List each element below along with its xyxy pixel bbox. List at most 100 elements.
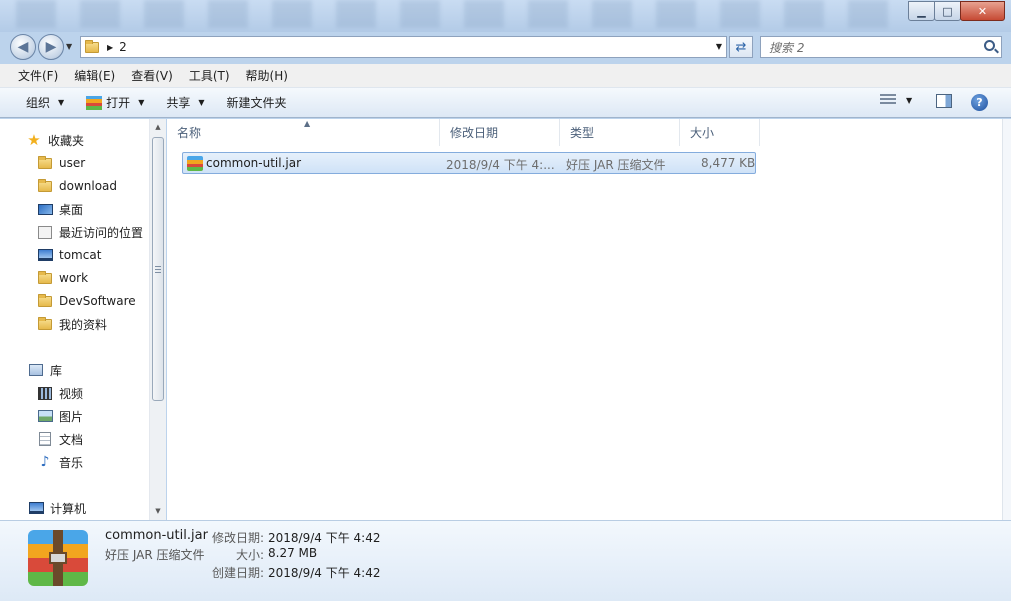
- nav-item-label: tomcat: [59, 248, 102, 262]
- video-icon: [37, 386, 53, 400]
- chevron-down-icon: ▼: [58, 98, 65, 107]
- address-dropdown-icon[interactable]: ▼: [716, 42, 722, 51]
- nav-item-label: 图片: [59, 409, 84, 424]
- column-type-label: 类型: [570, 126, 595, 140]
- share-button[interactable]: 共享 ▼: [158, 91, 212, 114]
- refresh-icon: ⇄: [735, 39, 747, 55]
- nav-item-my-documents[interactable]: 我的资料: [37, 313, 107, 335]
- forward-button[interactable]: ▶: [38, 34, 64, 60]
- nav-item-download[interactable]: download: [37, 175, 117, 197]
- video-icon: [38, 386, 52, 400]
- scroll-up-icon[interactable]: ▲: [150, 119, 166, 135]
- search-input[interactable]: 搜索 2: [760, 36, 1002, 58]
- chevron-down-icon: ▼: [198, 98, 205, 107]
- library-icon: [28, 363, 44, 377]
- share-label: 共享: [166, 96, 191, 110]
- star-icon: ★: [27, 131, 41, 149]
- nav-item-devsoftware[interactable]: DevSoftware: [37, 290, 136, 312]
- nav-item-music[interactable]: ♪ 音乐: [37, 451, 83, 473]
- breadcrumb-item[interactable]: 2: [119, 40, 127, 54]
- new-folder-button[interactable]: 新建文件夹: [219, 91, 295, 114]
- change-view-button[interactable]: ▼: [880, 94, 912, 106]
- menu-bar: 文件(F) 编辑(E) 查看(V) 工具(T) 帮助(H): [0, 64, 1011, 88]
- details-size-value: 8.27 MB: [268, 546, 318, 560]
- refresh-button[interactable]: ⇄: [729, 36, 753, 58]
- window-controls: ▁ □ ✕: [908, 1, 1005, 21]
- navigation-pane: ★ 收藏夹 user download 桌面 最近访问的位置 tomcat wo…: [0, 119, 166, 520]
- preview-pane-button[interactable]: [936, 94, 952, 108]
- folder-icon: [37, 155, 53, 170]
- folder-icon: [37, 178, 53, 193]
- nav-scrollbar[interactable]: ▲ ▼: [149, 119, 166, 520]
- breadcrumb-separator-icon[interactable]: ▶: [107, 43, 113, 52]
- folder-icon: [38, 155, 52, 169]
- details-modified-value: 2018/9/4 下午 4:42: [268, 531, 381, 545]
- folder-icon: [37, 270, 53, 285]
- content-right-edge: [1002, 119, 1011, 520]
- nav-item-desktop[interactable]: 桌面: [37, 198, 83, 220]
- picture-icon: [37, 410, 53, 422]
- nav-item-tomcat[interactable]: tomcat: [37, 244, 101, 266]
- menu-edit[interactable]: 编辑(E): [66, 65, 123, 86]
- menu-view[interactable]: 查看(V): [123, 65, 181, 86]
- menu-file[interactable]: 文件(F): [10, 65, 66, 86]
- nav-favorites[interactable]: ★ 收藏夹: [26, 129, 84, 151]
- file-row[interactable]: common-util.jar 2018/9/4 下午 4:... 好压 JAR…: [182, 152, 756, 174]
- open-button[interactable]: 打开 ▼: [78, 91, 152, 114]
- address-bar[interactable]: ▶ 2 ▼: [80, 36, 727, 58]
- folder-icon: [38, 293, 52, 307]
- scroll-down-icon[interactable]: ▼: [150, 503, 166, 519]
- scroll-thumb[interactable]: [152, 137, 164, 401]
- maximize-button[interactable]: □: [934, 1, 961, 21]
- document-icon: [39, 432, 51, 446]
- column-size-label: 大小: [690, 126, 715, 140]
- chevron-down-icon: ▼: [906, 95, 913, 105]
- folder-icon: [37, 293, 53, 308]
- nav-item-label: 我的资料: [59, 317, 108, 332]
- close-button[interactable]: ✕: [960, 1, 1005, 21]
- nav-item-label: 桌面: [59, 202, 84, 217]
- help-icon: ?: [971, 94, 988, 111]
- chevron-down-icon: ▼: [138, 98, 145, 107]
- nav-computer[interactable]: 计算机: [28, 497, 86, 519]
- arrow-left-icon: ◀: [17, 39, 29, 55]
- nav-item-label: 视频: [59, 386, 84, 401]
- folder-icon: [38, 178, 52, 192]
- desktop-icon: [37, 202, 53, 216]
- nav-item-work[interactable]: work: [37, 267, 88, 289]
- open-label: 打开: [106, 96, 131, 110]
- details-file-type: 好压 JAR 压缩文件: [105, 548, 205, 562]
- minimize-button[interactable]: ▁: [908, 1, 935, 21]
- file-size: 8,477 KB: [701, 156, 756, 170]
- archive-buckle: [49, 552, 67, 564]
- nav-item-label: 文档: [59, 432, 84, 447]
- picture-icon: [37, 409, 53, 423]
- details-size-label: 大小:: [236, 548, 265, 562]
- navigation-tree: ★ 收藏夹 user download 桌面 最近访问的位置 tomcat wo…: [0, 119, 148, 520]
- column-header-type[interactable]: 类型: [560, 119, 680, 146]
- help-button[interactable]: ?: [971, 94, 988, 111]
- nav-item-user[interactable]: user: [37, 152, 85, 174]
- nav-item-documents[interactable]: 文档: [37, 428, 83, 450]
- column-header-modified[interactable]: 修改日期: [440, 119, 560, 146]
- nav-item-videos[interactable]: 视频: [37, 382, 83, 404]
- title-bar: ▁ □ ✕: [0, 0, 1011, 32]
- computer-shortcut-icon: [37, 249, 53, 261]
- nav-item-pictures[interactable]: 图片: [37, 405, 83, 427]
- nav-item-recent-places[interactable]: 最近访问的位置: [37, 221, 143, 243]
- document-icon: [37, 432, 53, 446]
- search-icon[interactable]: [984, 40, 995, 51]
- menu-tools[interactable]: 工具(T): [181, 65, 238, 86]
- recent-pages-dropdown-icon[interactable]: ▼: [66, 42, 72, 51]
- menu-help[interactable]: 帮助(H): [238, 65, 296, 86]
- nav-libraries[interactable]: 库: [28, 359, 62, 381]
- column-header-name[interactable]: 名称 ▲: [167, 119, 440, 146]
- file-list: 名称 ▲ 修改日期 类型 大小 common-util.jar 2018/9/4…: [167, 119, 1002, 520]
- nav-item-label: work: [59, 271, 89, 285]
- back-button[interactable]: ◀: [10, 34, 36, 60]
- blurred-background-strip: [16, 0, 896, 28]
- column-header-size[interactable]: 大小: [680, 119, 760, 146]
- details-view-icon: [880, 94, 896, 106]
- nav-item-label: DevSoftware: [59, 294, 136, 308]
- organize-button[interactable]: 组织 ▼: [18, 91, 72, 114]
